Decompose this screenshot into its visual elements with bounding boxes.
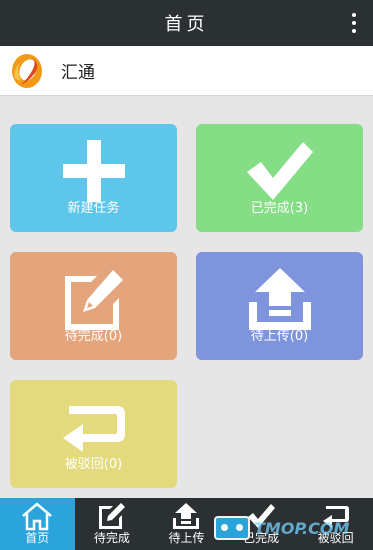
checkmark-icon (246, 142, 313, 200)
brand-name: 汇通 (61, 63, 95, 83)
upload-icon (248, 268, 311, 330)
tile-new-task-label: 新建任务 (67, 201, 120, 216)
tile-completed-label: 已完成(3) (250, 201, 309, 216)
watermark: TMOP.COM (214, 512, 373, 544)
cassette-logo-icon (214, 516, 250, 540)
app-logo-icon (7, 50, 47, 91)
nav-to-upload[interactable]: 待上传 (149, 498, 224, 550)
tile-pending[interactable]: 待完成(0) (10, 252, 177, 360)
tile-pending-label: 待完成(0) (64, 329, 123, 344)
watermark-text: TMOP.COM (254, 518, 350, 538)
plus-icon (62, 140, 125, 202)
tile-to-upload[interactable]: 待上传(0) (196, 252, 363, 360)
top-app-bar: 首页 (0, 0, 373, 46)
edit-icon (98, 503, 125, 529)
tile-new-task[interactable]: 新建任务 (10, 124, 177, 232)
tile-completed[interactable]: 已完成(3) (196, 124, 363, 232)
overflow-menu-icon[interactable] (347, 10, 361, 36)
nav-home-label: 首页 (25, 531, 50, 545)
brand-bar: 汇通 (0, 46, 373, 96)
nav-pending-label: 待完成 (93, 531, 130, 545)
tile-to-upload-label: 待上传(0) (250, 329, 309, 344)
tile-rejected[interactable]: 被驳回(0) (10, 380, 177, 488)
page-title: 首页 (164, 14, 209, 35)
tile-rejected-label: 被驳回(0) (64, 457, 123, 472)
nav-to-upload-label: 待上传 (168, 531, 205, 545)
nav-home[interactable]: 首页 (0, 498, 75, 550)
edit-icon (64, 270, 123, 330)
return-arrow-icon (62, 406, 125, 452)
nav-pending[interactable]: 待完成 (75, 498, 150, 550)
home-icon (22, 502, 53, 531)
upload-icon (173, 503, 200, 529)
